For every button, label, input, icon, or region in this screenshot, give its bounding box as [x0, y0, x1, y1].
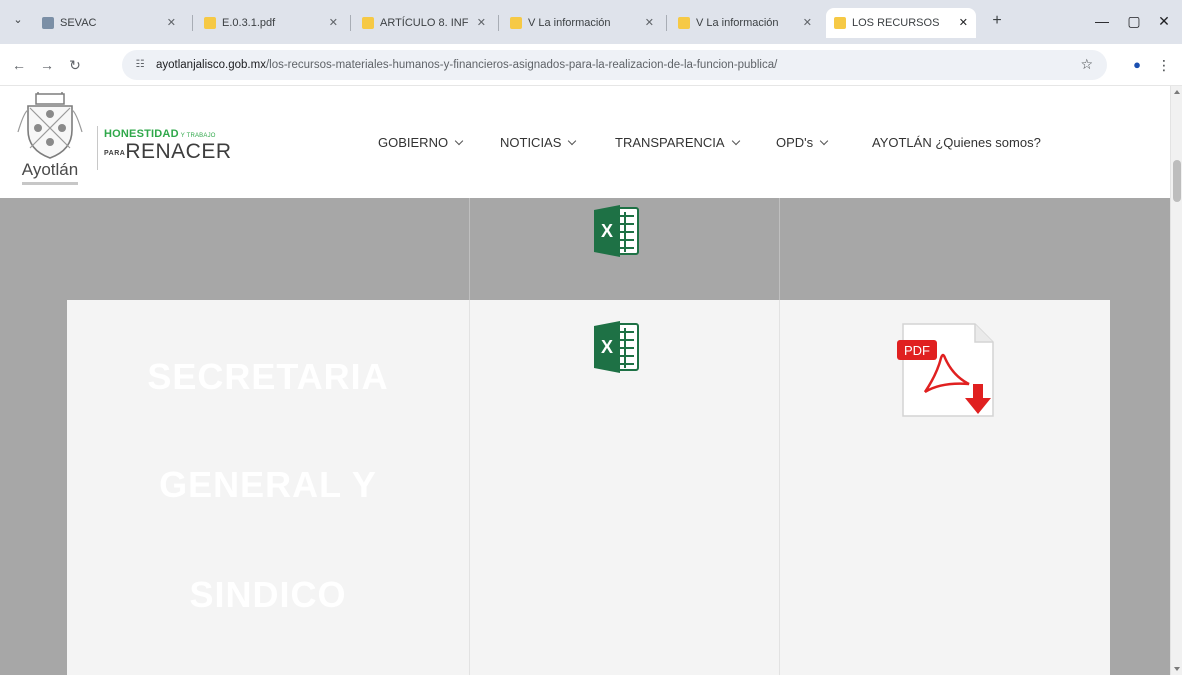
url-text[interactable]: ayotlanjalisco.gob.mx/los-recursos-mater…: [156, 50, 1046, 80]
chevron-down-icon: [568, 136, 577, 146]
maximize-window-icon[interactable]: ▢: [1122, 10, 1146, 32]
close-tab-icon[interactable]: ✕: [803, 8, 812, 38]
browser-tab[interactable]: E.0.3.1.pdf ✕: [196, 8, 346, 38]
nav-item-transparencia[interactable]: TRANSPARENCIA: [615, 133, 740, 153]
back-arrow-icon[interactable]: ←: [8, 54, 30, 76]
column-divider: [779, 300, 780, 675]
page-content: X SECRETARIA GENERAL Y SINDICO X PDF: [0, 198, 1170, 675]
tab-label: V La información: [696, 17, 779, 29]
nav-label: TRANSPARENCIA: [615, 135, 725, 150]
browser-menu-kebab-icon[interactable]: ⋮: [1156, 56, 1172, 74]
document-favicon-icon: [510, 17, 522, 29]
url-path: /los-recursos-materiales-humanos-y-finan…: [265, 59, 778, 71]
tab-label: V La información: [528, 17, 611, 29]
chevron-down-icon: [454, 136, 464, 146]
document-favicon-icon: [204, 17, 216, 29]
nav-label: OPD's: [776, 135, 814, 150]
chevron-down-icon: [731, 136, 740, 146]
reload-icon[interactable]: ↻: [64, 54, 86, 76]
close-tab-icon[interactable]: ✕: [167, 8, 176, 38]
table-row: SECRETARIA GENERAL Y SINDICO X PDF: [67, 300, 1110, 675]
excel-letter: X: [601, 221, 613, 241]
slogan-para: PARA: [104, 150, 126, 157]
close-window-icon[interactable]: ✕: [1152, 10, 1176, 32]
excel-letter: X: [601, 337, 613, 357]
nav-label: GOBIERNO: [378, 135, 449, 150]
tab-separator: [192, 15, 193, 31]
slogan-honestidad: HONESTIDAD: [104, 128, 179, 140]
logo-name: Ayotlán: [21, 160, 79, 179]
site-header: Ayotlán HONESTIDAD Y TRABAJO PARARENACER …: [0, 86, 1170, 198]
excel-file-icon[interactable]: X: [592, 204, 640, 258]
forward-arrow-icon[interactable]: →: [36, 54, 58, 76]
url-host: ayotlanjalisco.gob.mx: [156, 59, 266, 71]
slogan-bottom: PARARENACER: [104, 140, 232, 164]
row-title-line-2: GENERAL Y: [159, 464, 377, 505]
slogan-small: Y TRABAJO: [180, 133, 216, 139]
ayotlan-logo[interactable]: Ayotlán: [8, 90, 92, 192]
minimize-window-icon[interactable]: —: [1090, 10, 1114, 32]
profile-avatar-icon[interactable]: ●: [1128, 56, 1146, 74]
tab-separator: [498, 15, 499, 31]
pdf-badge-label: PDF: [904, 343, 930, 358]
scroll-thumb[interactable]: [1173, 160, 1181, 202]
column-divider: [779, 198, 780, 300]
nav-item-noticias[interactable]: NOTICIAS: [500, 133, 577, 153]
nav-item-gobierno[interactable]: GOBIERNO: [378, 133, 464, 153]
document-favicon-icon: [834, 17, 846, 29]
row-title-line-1: SECRETARIA: [147, 356, 389, 397]
document-favicon-icon: [362, 17, 374, 29]
pdf-download-icon[interactable]: PDF: [897, 322, 1007, 422]
browser-tab[interactable]: V La información ✕: [502, 8, 662, 38]
slogan-divider: [97, 126, 98, 170]
scroll-up-arrow-icon[interactable]: [1174, 90, 1180, 94]
close-tab-icon[interactable]: ✕: [329, 8, 338, 38]
sevac-favicon-icon: [42, 17, 54, 29]
browser-toolbar: ← → ↻ ☷ ayotlanjalisco.gob.mx/los-recurs…: [0, 44, 1182, 86]
content-left-margin: [22, 198, 67, 675]
nav-item-quienes-somos[interactable]: AYOTLÁN ¿Quienes somos?: [872, 133, 1041, 153]
chevron-down-icon: [819, 136, 829, 146]
tab-search-chevron-icon[interactable]: ⌄: [8, 10, 28, 30]
excel-file-icon[interactable]: X: [592, 320, 640, 374]
browser-tab-strip: ⌄ SEVAC ✕ E.0.3.1.pdf ✕ ARTÍCULO 8. INF …: [0, 0, 1182, 44]
tab-separator: [350, 15, 351, 31]
nav-item-opds[interactable]: OPD's: [776, 133, 829, 153]
slogan-renacer: RENACER: [125, 140, 232, 163]
logo-subtitle-bar: [22, 182, 78, 185]
scroll-down-arrow-icon[interactable]: [1174, 667, 1180, 671]
row-title-line-3: SINDICO: [189, 574, 347, 615]
coat-of-arms-icon: [17, 90, 83, 159]
tab-label: SEVAC: [60, 17, 97, 29]
nav-label: NOTICIAS: [500, 135, 562, 150]
content-right-margin: [1110, 198, 1170, 675]
browser-tab[interactable]: ARTÍCULO 8. INF ✕: [354, 8, 494, 38]
nav-label: AYOTLÁN ¿Quienes somos?: [872, 135, 1041, 150]
browser-tab[interactable]: V La información ✕: [670, 8, 820, 38]
page-scrollbar[interactable]: [1170, 86, 1182, 675]
tab-label: LOS RECURSOS: [852, 17, 940, 29]
bookmark-star-icon[interactable]: ☆: [1080, 56, 1093, 73]
column-divider: [469, 198, 470, 300]
column-divider: [469, 300, 470, 675]
document-favicon-icon: [678, 17, 690, 29]
slogan-top: HONESTIDAD Y TRABAJO: [104, 128, 216, 140]
browser-tab[interactable]: SEVAC ✕: [34, 8, 184, 38]
close-tab-icon[interactable]: ✕: [645, 8, 654, 38]
table-row-header: X: [67, 198, 1110, 300]
site-info-icon[interactable]: ☷: [132, 57, 148, 73]
new-tab-plus-icon[interactable]: +: [986, 10, 1008, 32]
address-bar[interactable]: ☷ ayotlanjalisco.gob.mx/los-recursos-mat…: [122, 50, 1107, 80]
tab-label: E.0.3.1.pdf: [222, 17, 276, 29]
close-tab-icon[interactable]: ✕: [959, 8, 968, 38]
close-tab-icon[interactable]: ✕: [477, 8, 486, 38]
tab-label: ARTÍCULO 8. INF: [380, 17, 469, 29]
tab-separator: [666, 15, 667, 31]
browser-tab-active[interactable]: LOS RECURSOS ✕: [826, 8, 976, 38]
